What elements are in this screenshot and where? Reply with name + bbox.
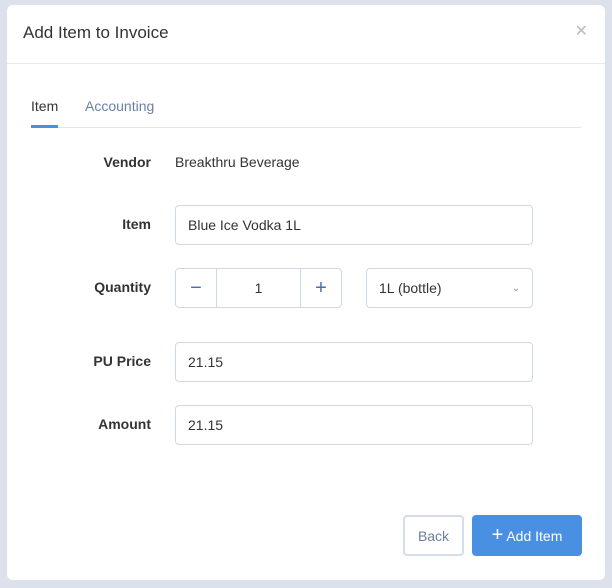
minus-button[interactable]: − [176,269,217,307]
chevron-down-icon: ⌄ [511,282,520,294]
amount-label: Amount [98,416,151,432]
tab-accounting[interactable]: Accounting [85,98,154,114]
quantity-label: Quantity [94,279,151,295]
plus-icon: + [491,524,504,546]
tab-bar: Item Accounting [31,95,581,128]
vendor-label: Vendor [103,154,151,170]
add-item-modal: Add Item to Invoice ✕ Item Accounting Ve… [7,5,605,580]
vendor-value: Breakthru Beverage [175,154,300,170]
close-icon[interactable]: ✕ [575,21,588,41]
quantity-input[interactable]: 1 [217,269,300,307]
unit-value: 1L (bottle) [379,280,442,296]
amount-input[interactable]: 21.15 [175,405,533,445]
item-label: Item [122,216,151,232]
modal-header: Add Item to Invoice ✕ [7,5,605,64]
pu-price-label: PU Price [93,353,151,369]
tab-item[interactable]: Item [31,98,59,128]
add-item-button[interactable]: + Add Item [472,515,582,556]
unit-select[interactable]: 1L (bottle) ⌄ [366,268,533,308]
pu-price-input[interactable]: 21.15 [175,342,533,382]
add-item-label: Add Item [506,527,563,544]
item-input[interactable]: Blue Ice Vodka 1L [175,205,533,245]
quantity-stepper: − 1 + [175,268,342,308]
modal-title: Add Item to Invoice [23,23,169,42]
plus-button[interactable]: + [300,269,341,307]
back-button[interactable]: Back [403,515,464,556]
